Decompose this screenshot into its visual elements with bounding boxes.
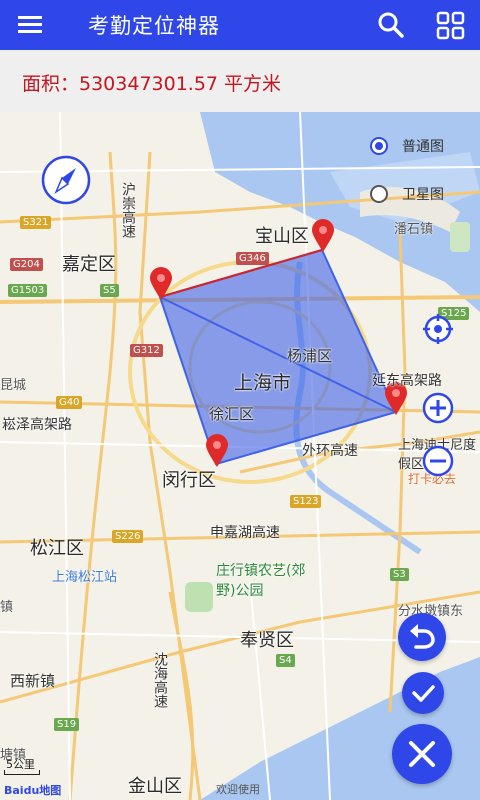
map-label: 沪崇高速 [120,182,136,238]
app-bar: 考勤定位神器 [0,0,480,50]
road-shield: G312 [130,344,163,357]
road-shield: S19 [54,718,80,731]
road-shield: G40 [56,396,83,409]
map-label: 上海松江站 [52,570,118,585]
radio-unselected-icon[interactable] [370,185,388,203]
road-shield: G204 [10,258,43,271]
map-label: 庄行镇农艺(郊野)公园 [216,563,306,599]
layer-normal-option[interactable]: 普通图 [370,136,470,160]
map-label: 宝山区 [255,226,309,247]
undo-button[interactable] [398,613,446,661]
scale-bar [4,770,40,775]
location-marker[interactable] [204,434,230,468]
confirm-button[interactable] [402,672,444,714]
area-readout-bar: 面积：530347301.57 平方米 [0,50,480,112]
road-shield: S226 [112,530,144,543]
road-shield: G1503 [8,284,48,297]
map-label: 镇 [0,600,14,615]
map-label: 奉贤区 [240,630,294,651]
compass-icon[interactable] [40,154,92,206]
map-label: 松江区 [30,538,84,559]
layer-satellite-label: 卫星图 [402,187,444,203]
map-label: 崧泽高架路 [2,417,72,433]
map-label: 昆城 [0,378,27,393]
map-label: 杨浦区 [287,347,333,365]
baidu-logo: Baidu地图 [4,784,62,797]
map-label: 闵行区 [162,470,216,491]
map-label: 上海市 [234,372,292,394]
map-label: 申嘉湖高速 [210,525,280,541]
area-value: 面积：530347301.57 平方米 [22,73,282,95]
map-label: 金山区 [128,776,182,797]
menu-icon[interactable] [16,12,46,38]
footer-text: 欢迎使用 [216,783,260,796]
grid-menu-icon[interactable] [434,8,468,42]
layer-normal-label: 普通图 [402,139,444,155]
check-icon [412,685,435,702]
map-label: 潘石镇 [394,222,434,237]
map-label: 延东高架路 [372,373,442,389]
map-label: 沈海高速 [152,652,168,708]
location-marker[interactable] [310,219,336,253]
clear-button[interactable] [392,724,452,784]
radio-selected-icon[interactable] [370,137,388,155]
location-marker[interactable] [148,267,174,301]
map-label: 嘉定区 [62,254,116,275]
search-icon[interactable] [374,8,408,42]
road-shield: S3 [390,568,409,581]
map-view[interactable]: 宝山区 嘉定区 上海市 杨浦区 徐汇区 闵行区 松江区 奉贤区 金山区 西新镇 … [0,112,480,800]
locate-icon[interactable] [421,312,455,346]
road-shield: G346 [236,252,269,265]
zoom-in-icon[interactable] [421,391,455,425]
map-label: 外环高速 [302,443,358,459]
road-shield: S4 [276,654,295,667]
close-icon [409,741,435,767]
zoom-out-icon[interactable] [421,444,455,478]
layer-satellite-option[interactable]: 卫星图 [370,184,470,208]
road-shield: S123 [290,495,322,508]
road-shield: S321 [20,216,52,229]
map-label: 徐汇区 [209,405,255,423]
app-title: 考勤定位神器 [88,14,220,38]
road-shield: S5 [100,284,119,297]
undo-icon [410,624,435,649]
map-label: 西新镇 [10,672,56,690]
